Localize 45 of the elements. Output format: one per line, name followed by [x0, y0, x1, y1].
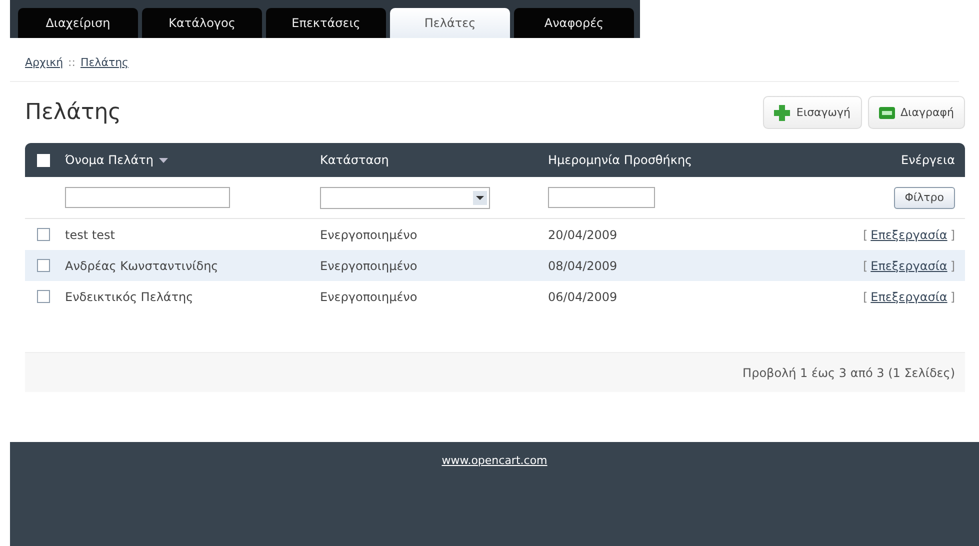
nav-tab[interactable]: Αναφορές [514, 8, 634, 38]
name-filter-field[interactable] [65, 187, 230, 208]
bracket-text: ] [950, 228, 955, 242]
edit-link[interactable]: Επεξεργασία [870, 258, 948, 272]
nav-tab[interactable]: Πελάτες [390, 8, 510, 38]
page-title: Πελάτης [25, 100, 122, 125]
breadcrumb-link[interactable]: Πελάτης [80, 56, 128, 69]
breadcrumb-link[interactable]: Αρχική [25, 56, 64, 69]
breadcrumb-separator: :: [68, 56, 76, 69]
row-checkbox[interactable] [37, 290, 50, 303]
table-cell-text: test test [65, 228, 116, 242]
table-cell-text: Ανδρέας Κωνσταντινίδης [65, 258, 220, 272]
bracket-text: [ [862, 258, 868, 272]
insert-button[interactable]: Εισαγωγή [763, 96, 862, 129]
bracket-text: [ [862, 290, 868, 304]
row-checkbox[interactable] [37, 228, 50, 241]
nav-tab[interactable]: Επεκτάσεις [266, 8, 386, 38]
table-cell-text: Ενεργοποιημένο [320, 258, 418, 272]
delete-button[interactable]: Διαγραφή [868, 96, 965, 129]
row-checkbox[interactable] [37, 259, 50, 272]
column-header[interactable]: Ημερομηνία Προσθήκης [548, 153, 692, 167]
plus-icon [774, 104, 790, 120]
filter-button[interactable]: Φίλτρο [894, 186, 955, 208]
minus-icon [878, 106, 895, 118]
bracket-text: ] [950, 258, 955, 272]
table-cell-text: 06/04/2009 [548, 290, 618, 304]
date-filter-field[interactable] [548, 187, 655, 208]
bracket-text: ] [950, 290, 955, 304]
table-cell-text: Ενεργοποιημένο [320, 290, 418, 304]
table-cell-text: Ενδεικτικός Πελάτης [65, 290, 194, 304]
edit-link[interactable]: Επεξεργασία [870, 290, 948, 304]
column-header[interactable]: Κατάσταση [320, 153, 389, 167]
sort-caret-icon [158, 158, 168, 162]
table-cell-text: 08/04/2009 [548, 258, 618, 272]
bracket-text: [ [862, 228, 868, 242]
column-header[interactable]: Όνομα Πελάτη [65, 153, 168, 167]
nav-tab[interactable]: Διαχείριση [18, 8, 138, 38]
table-cell-text: Ενεργοποιημένο [320, 228, 418, 242]
pagination-text: Προβολή 1 έως 3 από 3 (1 Σελίδες) [742, 366, 955, 380]
nav-tab[interactable]: Κατάλογος [142, 8, 262, 38]
select-all-checkbox[interactable] [37, 154, 50, 166]
edit-link[interactable]: Επεξεργασία [870, 228, 948, 242]
footer-link[interactable]: www.opencart.com [442, 454, 548, 546]
table-cell-text: 20/04/2009 [548, 228, 618, 242]
column-header[interactable]: Ενέργεια [901, 153, 955, 167]
